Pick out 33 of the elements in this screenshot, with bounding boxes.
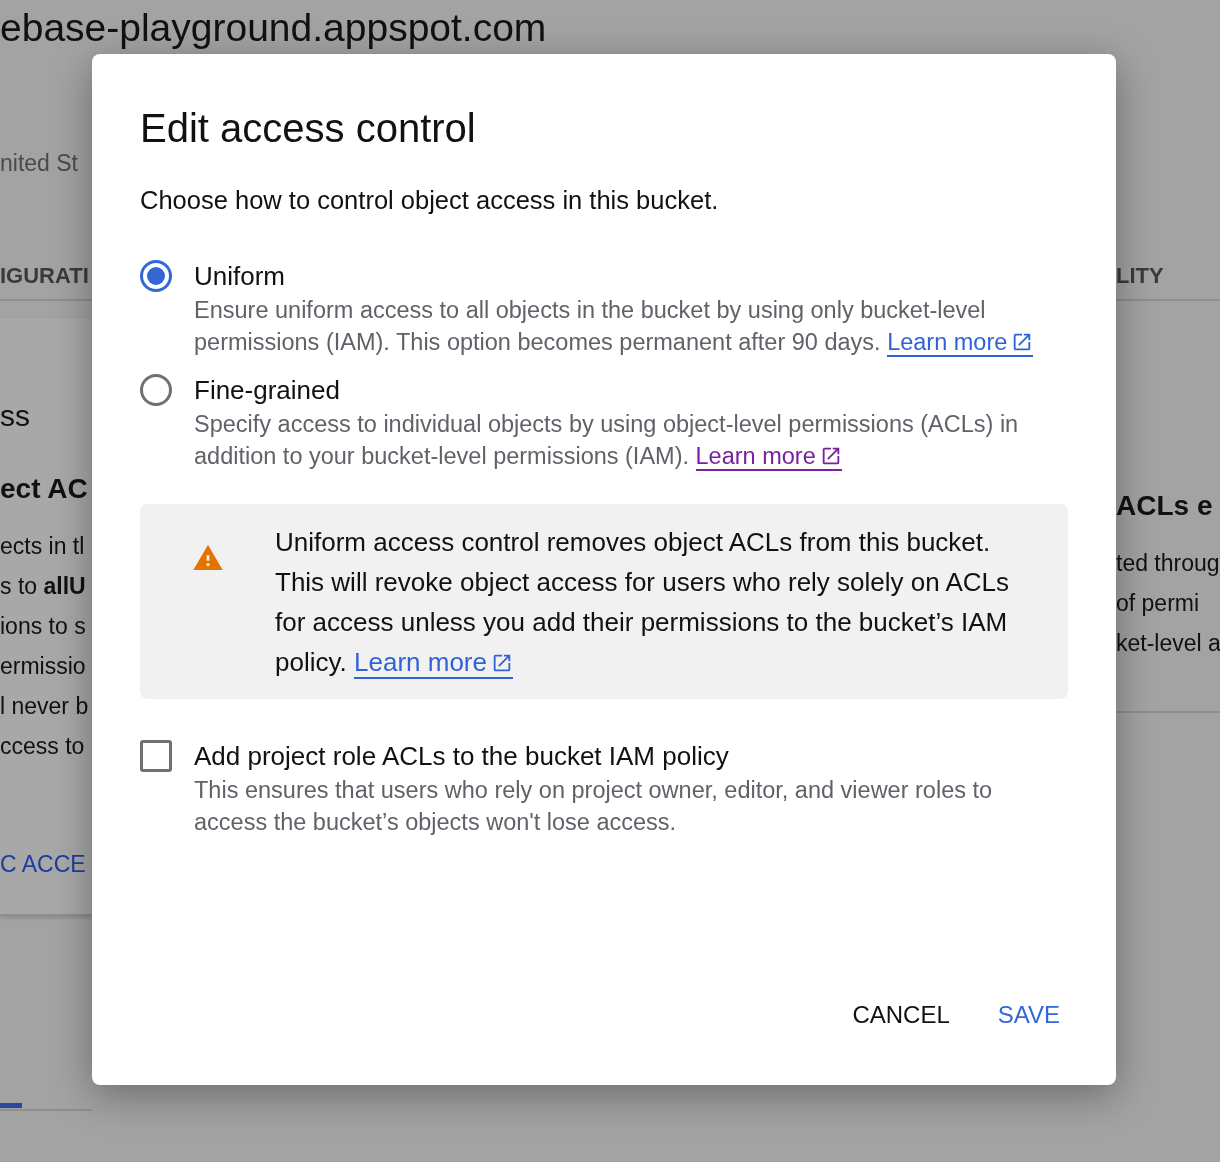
checkbox[interactable] [140, 740, 172, 772]
body-text: ions to s [0, 612, 87, 641]
action-link[interactable]: C ACCE [0, 844, 92, 884]
body-text: ects in tl [0, 532, 86, 561]
section-title: ss [0, 398, 31, 434]
body-text: l never b [0, 692, 90, 721]
body-text: ccess to [0, 732, 86, 761]
dialog-title: Edit access control [140, 105, 477, 152]
location-text: nited St [0, 149, 79, 178]
radio-button[interactable] [140, 260, 172, 292]
warning-text: Uniform access control removes object ACLs from this bucket. This will revoke object access for users who rely solely on ACLs for access unless you add their permissions to the bucket’s IAM policy. Learn more [275, 526, 1011, 681]
learn-more-link[interactable]: Learn more [887, 329, 1034, 357]
option-label: Fine-grained [194, 374, 341, 407]
body-text: ermissio [0, 652, 87, 681]
cancel-button[interactable]: CANCEL [836, 993, 966, 1037]
save-button[interactable]: SAVE [981, 993, 1076, 1037]
intro-text: Choose how to control object access in this bucket. [140, 185, 720, 216]
option-description: Ensure uniform access to all objects in the bucket by using only bucket-level permissions (IAM). This option becomes permanent after 90 days. Learn more [194, 294, 1054, 358]
tab-indicator [0, 1103, 22, 1108]
body-text: s to allU [0, 572, 87, 601]
body-text: ted throug [1116, 549, 1220, 578]
body-text: of permi [1116, 589, 1201, 618]
page-title: ebase-playground.appspot.com [0, 5, 547, 50]
checkbox-label: Add project role ACLs to the bucket IAM policy [194, 740, 730, 773]
heading: ACLs e [1116, 489, 1214, 523]
learn-more-link[interactable]: Learn more [354, 647, 513, 679]
checkbox-description: This ensures that users who rely on project owner, editor, and viewer roles to access the bucket’s objects won't lose access. [194, 776, 994, 837]
option-description: Specify access to individual objects by using object-level permissions (ACLs) in addition to your bucket-level permissions (IAM). Learn more [194, 410, 1020, 472]
body-text: ket-level a [1116, 629, 1220, 658]
learn-more-link[interactable]: Learn more [695, 443, 842, 471]
heading: ect AC [0, 472, 89, 506]
radio-button[interactable] [140, 374, 172, 406]
option-label: Uniform [194, 260, 286, 293]
